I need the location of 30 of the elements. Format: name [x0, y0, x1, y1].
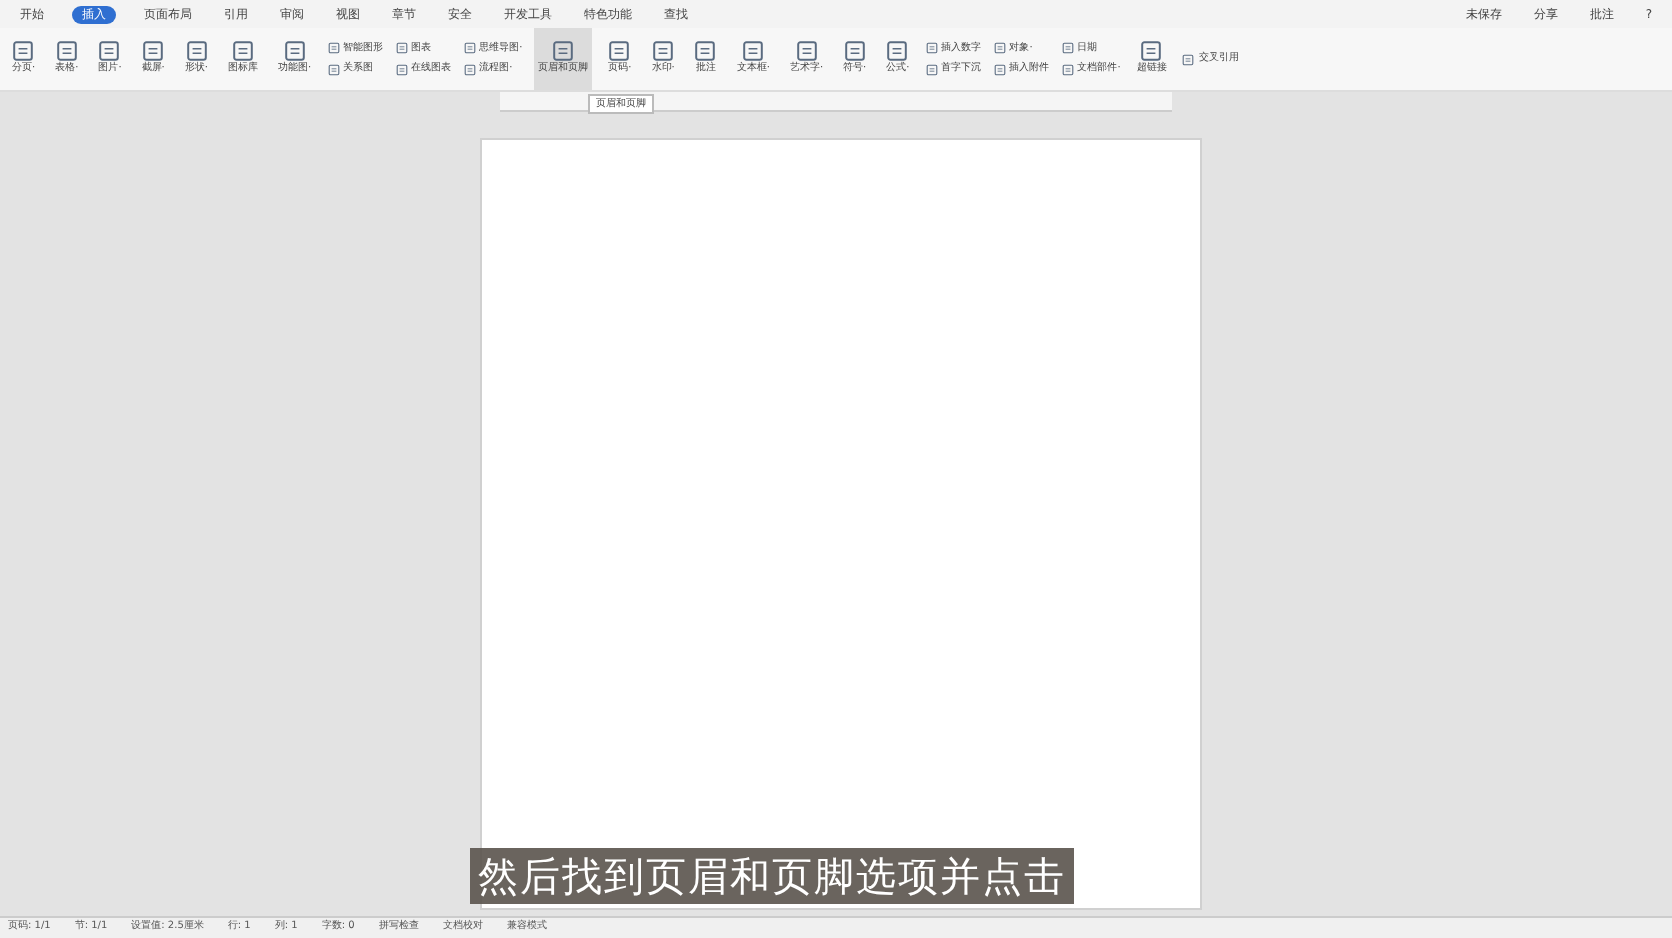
tool-icon	[1140, 40, 1163, 63]
tool-icon	[843, 40, 866, 63]
tool-icon	[327, 42, 340, 55]
tool-icon	[608, 40, 631, 63]
tool-icon	[55, 40, 78, 63]
tool-icon	[327, 63, 340, 76]
tool-icon	[1182, 53, 1195, 65]
tool-icon	[12, 40, 35, 63]
tool-icon	[652, 40, 675, 63]
tool-icon	[795, 40, 818, 63]
tool-icon	[1061, 63, 1074, 76]
tool-icon	[742, 40, 765, 63]
tool-icon	[886, 40, 909, 63]
tool-icon	[694, 40, 717, 63]
tool-icon	[463, 63, 476, 76]
tool-icon	[185, 40, 208, 63]
tool-icon	[993, 63, 1006, 76]
tool-icon	[552, 40, 575, 63]
tool-icon	[925, 63, 938, 76]
tool-icon	[463, 42, 476, 55]
tool-icon	[231, 40, 254, 63]
tool-icon	[925, 42, 938, 55]
tool-icon	[395, 42, 408, 55]
tool-icon	[395, 63, 408, 76]
tool-icon	[98, 40, 121, 63]
tool-icon	[283, 40, 306, 63]
tool-icon	[993, 42, 1006, 55]
tool-icon	[142, 40, 165, 63]
tool-icon	[1061, 42, 1074, 55]
subtitle: 然后找到页眉和页脚选项并点击	[470, 848, 1074, 904]
